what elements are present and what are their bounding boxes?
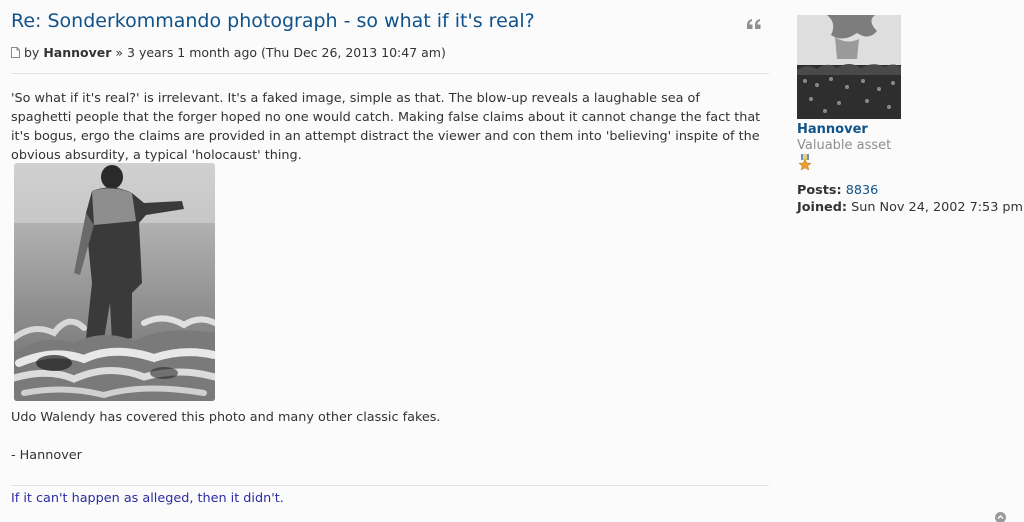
page-icon[interactable]	[11, 46, 20, 58]
avatar[interactable]	[797, 15, 901, 119]
profile-joined: Joined: Sun Nov 24, 2002 7:53 pm	[797, 200, 1023, 215]
signature-divider	[11, 485, 769, 486]
post-image[interactable]	[14, 163, 215, 401]
joined-date: Sun Nov 24, 2002 7:53 pm	[851, 200, 1023, 215]
author-link[interactable]: Hannover	[43, 45, 111, 60]
quote-icon[interactable]	[745, 16, 763, 34]
post-signature: If it can't happen as alleged, then it d…	[11, 491, 284, 506]
post-time: » 3 years 1 month ago (Thu Dec 26, 2013 …	[115, 45, 446, 60]
joined-label: Joined:	[797, 200, 848, 215]
post-line-after-image: Udo Walendy has covered this photo and m…	[11, 410, 441, 425]
meta-by: by	[24, 45, 40, 60]
post-title[interactable]: Re: Sonderkommando photograph - so what …	[11, 10, 535, 32]
profile-posts: Posts: 8836	[797, 183, 878, 198]
profile-rank: Valuable asset	[797, 138, 892, 153]
forum-post: Re: Sonderkommando photograph - so what …	[0, 0, 1024, 522]
posts-label: Posts:	[797, 183, 842, 198]
post-meta: by Hannover » 3 years 1 month ago (Thu D…	[11, 45, 446, 60]
post-paragraph: 'So what if it's real?' is irrelevant. I…	[11, 91, 761, 163]
posts-count-link[interactable]: 8836	[846, 183, 879, 198]
profile-username[interactable]: Hannover	[797, 122, 868, 137]
header-divider	[11, 73, 769, 74]
post-closing: - Hannover	[11, 448, 82, 463]
back-to-top-icon[interactable]	[995, 508, 1006, 522]
rank-star-icon	[798, 154, 812, 171]
